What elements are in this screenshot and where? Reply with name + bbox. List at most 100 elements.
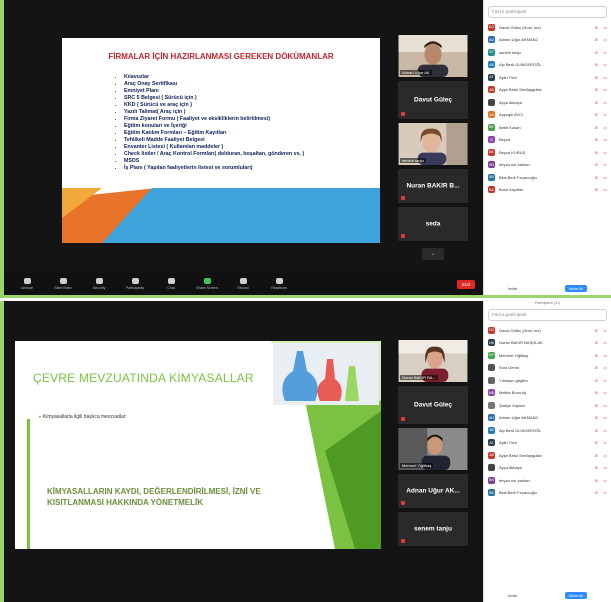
toolbar-share-screen[interactable]: Share Screen	[192, 278, 222, 290]
zoom-window-bottom: ÇEVRE MEVZUATINDA KİMYASALLAR ▸ Kimyasal…	[0, 301, 611, 602]
participant-row[interactable]: AB Alp Berk ÜLİNGEROĞL ⊘ ▭	[484, 424, 611, 437]
people-icon	[131, 278, 139, 284]
slide-bullet-item: Yazılı Talimat( Araç için )	[124, 109, 364, 116]
muted-mic-icon: ⊘	[594, 327, 598, 333]
video-off-icon: ▭	[603, 427, 607, 433]
video-off-icon: ▭	[603, 327, 607, 333]
participant-row[interactable]: MY Mehmet Yiğitkaş ⊘ ▭	[484, 349, 611, 362]
participant-row[interactable]: AA Ayşegül AVCI ⊘ ▭	[484, 109, 611, 122]
participant-name: Betül Kukan	[499, 124, 521, 130]
participant-row[interactable]: BB Bilal Berk Fırçacıoğlu ⊘ ▭	[484, 487, 611, 500]
participant-name: beyza nur karkan	[499, 162, 530, 168]
video-off-icon: ▭	[603, 112, 607, 118]
video-tile-4[interactable]: Nuran BAKIR B...	[397, 168, 469, 204]
participant-row[interactable]: DG Davut Güleç (Host, me) ⊘ ▭	[484, 21, 611, 34]
video-tile-1[interactable]: Nuran BAKIR BA...	[397, 339, 469, 383]
participant-row[interactable]: Yılmayın gegibn ⊘ ▭	[484, 374, 611, 387]
slide-bullet-item: İş Planı ( Yapılan faaliyetlerin listesi…	[124, 165, 364, 172]
shared-slide: ÇEVRE MEVZUATINDA KİMYASALLAR ▸ Kimyasal…	[15, 341, 381, 549]
participant-row[interactable]: AT Aylin Türe ⊘ ▭	[484, 71, 611, 84]
participant-row[interactable]: AB Ayşe Betul Sevilaygullar ⊘ ▭	[484, 84, 611, 97]
toolbar-security[interactable]: Security	[84, 278, 114, 290]
participant-row[interactable]: BN beyza nur karkan ⊘ ▭	[484, 159, 611, 172]
participant-row[interactable]: AB Alp Berk ÜLİNGEROĞL ⊘ ▭	[484, 59, 611, 72]
participant-row[interactable]: B Beyza ⊘ ▭	[484, 134, 611, 147]
participant-row[interactable]: AB Ayşe Betul Sevilaygullar ⊘ ▭	[484, 449, 611, 462]
tile-name: Davut Güleç	[414, 401, 452, 409]
toolbar-participants[interactable]: Participants	[120, 278, 150, 290]
video-tile-5[interactable]: senem tanju	[397, 511, 469, 547]
toolbar-reactions[interactable]: Reactions	[264, 278, 294, 290]
participant-name: senem tanju	[499, 49, 521, 55]
participant-row[interactable]: Ayça Akkaya ⊘ ▭	[484, 96, 611, 109]
video-off-icon: ▭	[603, 137, 607, 143]
video-tile-2[interactable]: Davut Güleç	[397, 385, 469, 425]
participant-row[interactable]: DG Davut Güleç (Host, me) ⊘ ▭	[484, 324, 611, 337]
participant-row[interactable]: AÜ Adnan Uğur AKMAN2 ⊘ ▭	[484, 34, 611, 47]
slide-bullet-item: Envanter Listesi ( Kullanılan maddeler )	[124, 144, 364, 151]
toolbar-unmute[interactable]: Unmute	[12, 278, 42, 290]
video-tile-4[interactable]: Adnan Uğur AK...	[397, 473, 469, 509]
video-tile-2[interactable]: Davut Güleç	[397, 80, 469, 120]
participant-name: Aylin Türe	[499, 440, 517, 446]
muted-mic-icon: ⊘	[594, 477, 598, 483]
muted-mic-icon: ⊘	[594, 62, 598, 68]
toolbar-chat[interactable]: Chat	[156, 278, 186, 290]
participant-name: Mehmet Yiğitkaş	[499, 352, 529, 358]
participant-search-input[interactable]: Find a participant	[488, 6, 607, 18]
participant-row[interactable]: MB Melike Boza Ay ⊘ ▭	[484, 387, 611, 400]
participant-row[interactable]: AT Aylin Türe ⊘ ▭	[484, 437, 611, 450]
muted-mic-icon: ⊘	[594, 340, 598, 346]
slide-body: KİMYASALLARIN KAYDI, DEĞERLENDİRİLMESİ, …	[47, 487, 261, 507]
tile-name: Davut Güleç	[414, 96, 452, 104]
muted-mic-icon: ⊘	[594, 37, 598, 43]
panel-footer: Invite Mute All	[484, 283, 611, 293]
scroll-down-button[interactable]: ⌄	[422, 248, 444, 260]
participant-row[interactable]: BN beyza nur karkan ⊘ ▭	[484, 474, 611, 487]
video-off-icon: ▭	[603, 340, 607, 346]
muted-mic-icon	[401, 196, 405, 200]
participant-name: Ayşe Betul Sevilaygullar	[499, 87, 542, 93]
meeting-stage: ÇEVRE MEVZUATINDA KİMYASALLAR ▸ Kimyasal…	[4, 301, 483, 602]
video-tile-1[interactable]: Adnan Uğur AK	[397, 34, 469, 78]
participant-row[interactable]: ST senem tanju ⊘ ▭	[484, 46, 611, 59]
video-off-icon: ▭	[603, 187, 607, 193]
participant-row[interactable]: BK Betül Kukan ⊘ ▭	[484, 121, 611, 134]
end-meeting-button[interactable]: End	[456, 279, 475, 289]
mute-all-button[interactable]: Mute All	[564, 591, 588, 599]
slide-bullet-item: Eğitim Katılım Formları – Eğitim Kayıtla…	[124, 130, 364, 137]
toolbar-video[interactable]: Start Video	[48, 278, 78, 290]
video-off-icon: ▭	[603, 477, 607, 483]
toolbar-record[interactable]: Record	[228, 278, 258, 290]
video-off-icon: ▭	[603, 124, 607, 130]
participant-row[interactable]: AÜ Adnan Uğur AKMAN2 ⊘ ▭	[484, 412, 611, 425]
invite-button[interactable]: Invite	[508, 593, 518, 598]
slide-bullet-item: Araç Onay Sertifikası	[124, 81, 364, 88]
slide-bullet-item: Emniyet Planı	[124, 88, 364, 95]
participant-name: Ayşe Betul Sevilaygullar	[499, 452, 542, 458]
muted-mic-icon: ⊘	[594, 402, 598, 408]
participant-search-input[interactable]: Find a participant	[488, 309, 607, 321]
video-off-icon: ▭	[603, 402, 607, 408]
participant-row[interactable]: BB Bilal Berk Fırçacıoğlu ⊘ ▭	[484, 171, 611, 184]
participant-row[interactable]: BA Buse Aaydiler ⊘ ▭	[484, 184, 611, 197]
muted-mic-icon	[401, 417, 405, 421]
participant-avatar: BB	[488, 489, 495, 497]
video-tile-3[interactable]: Mehmet Yiğitkaş	[397, 427, 469, 471]
video-tile-5[interactable]: seda	[397, 206, 469, 242]
video-off-icon: ▭	[603, 162, 607, 168]
participant-row[interactable]: Esra Demir ⊘ ▭	[484, 362, 611, 375]
video-off-icon: ▭	[603, 352, 607, 358]
participant-avatar: DG	[488, 23, 495, 31]
participant-row[interactable]: Şadiye Kaplan ⊘ ▭	[484, 399, 611, 412]
participant-row[interactable]: BK Beyza KURUŞ ⊘ ▭	[484, 146, 611, 159]
slide-bullet-item: KKD ( Sürücü ve araç için )	[124, 102, 364, 109]
invite-button[interactable]: Invite	[508, 286, 518, 291]
mute-all-button[interactable]: Mute All	[564, 284, 588, 292]
video-off-icon: ▭	[603, 415, 607, 421]
video-tile-3[interactable]: senem tanju	[397, 122, 469, 166]
participant-avatar: NB	[488, 339, 495, 347]
participant-name: Bilal Berk Fırçacıoğlu	[499, 490, 537, 496]
participant-row[interactable]: Ayça Akkaya ⊘ ▭	[484, 462, 611, 475]
participant-row[interactable]: NB Nuran BAKIR BAŞOLAK ⊘ ▭	[484, 337, 611, 350]
